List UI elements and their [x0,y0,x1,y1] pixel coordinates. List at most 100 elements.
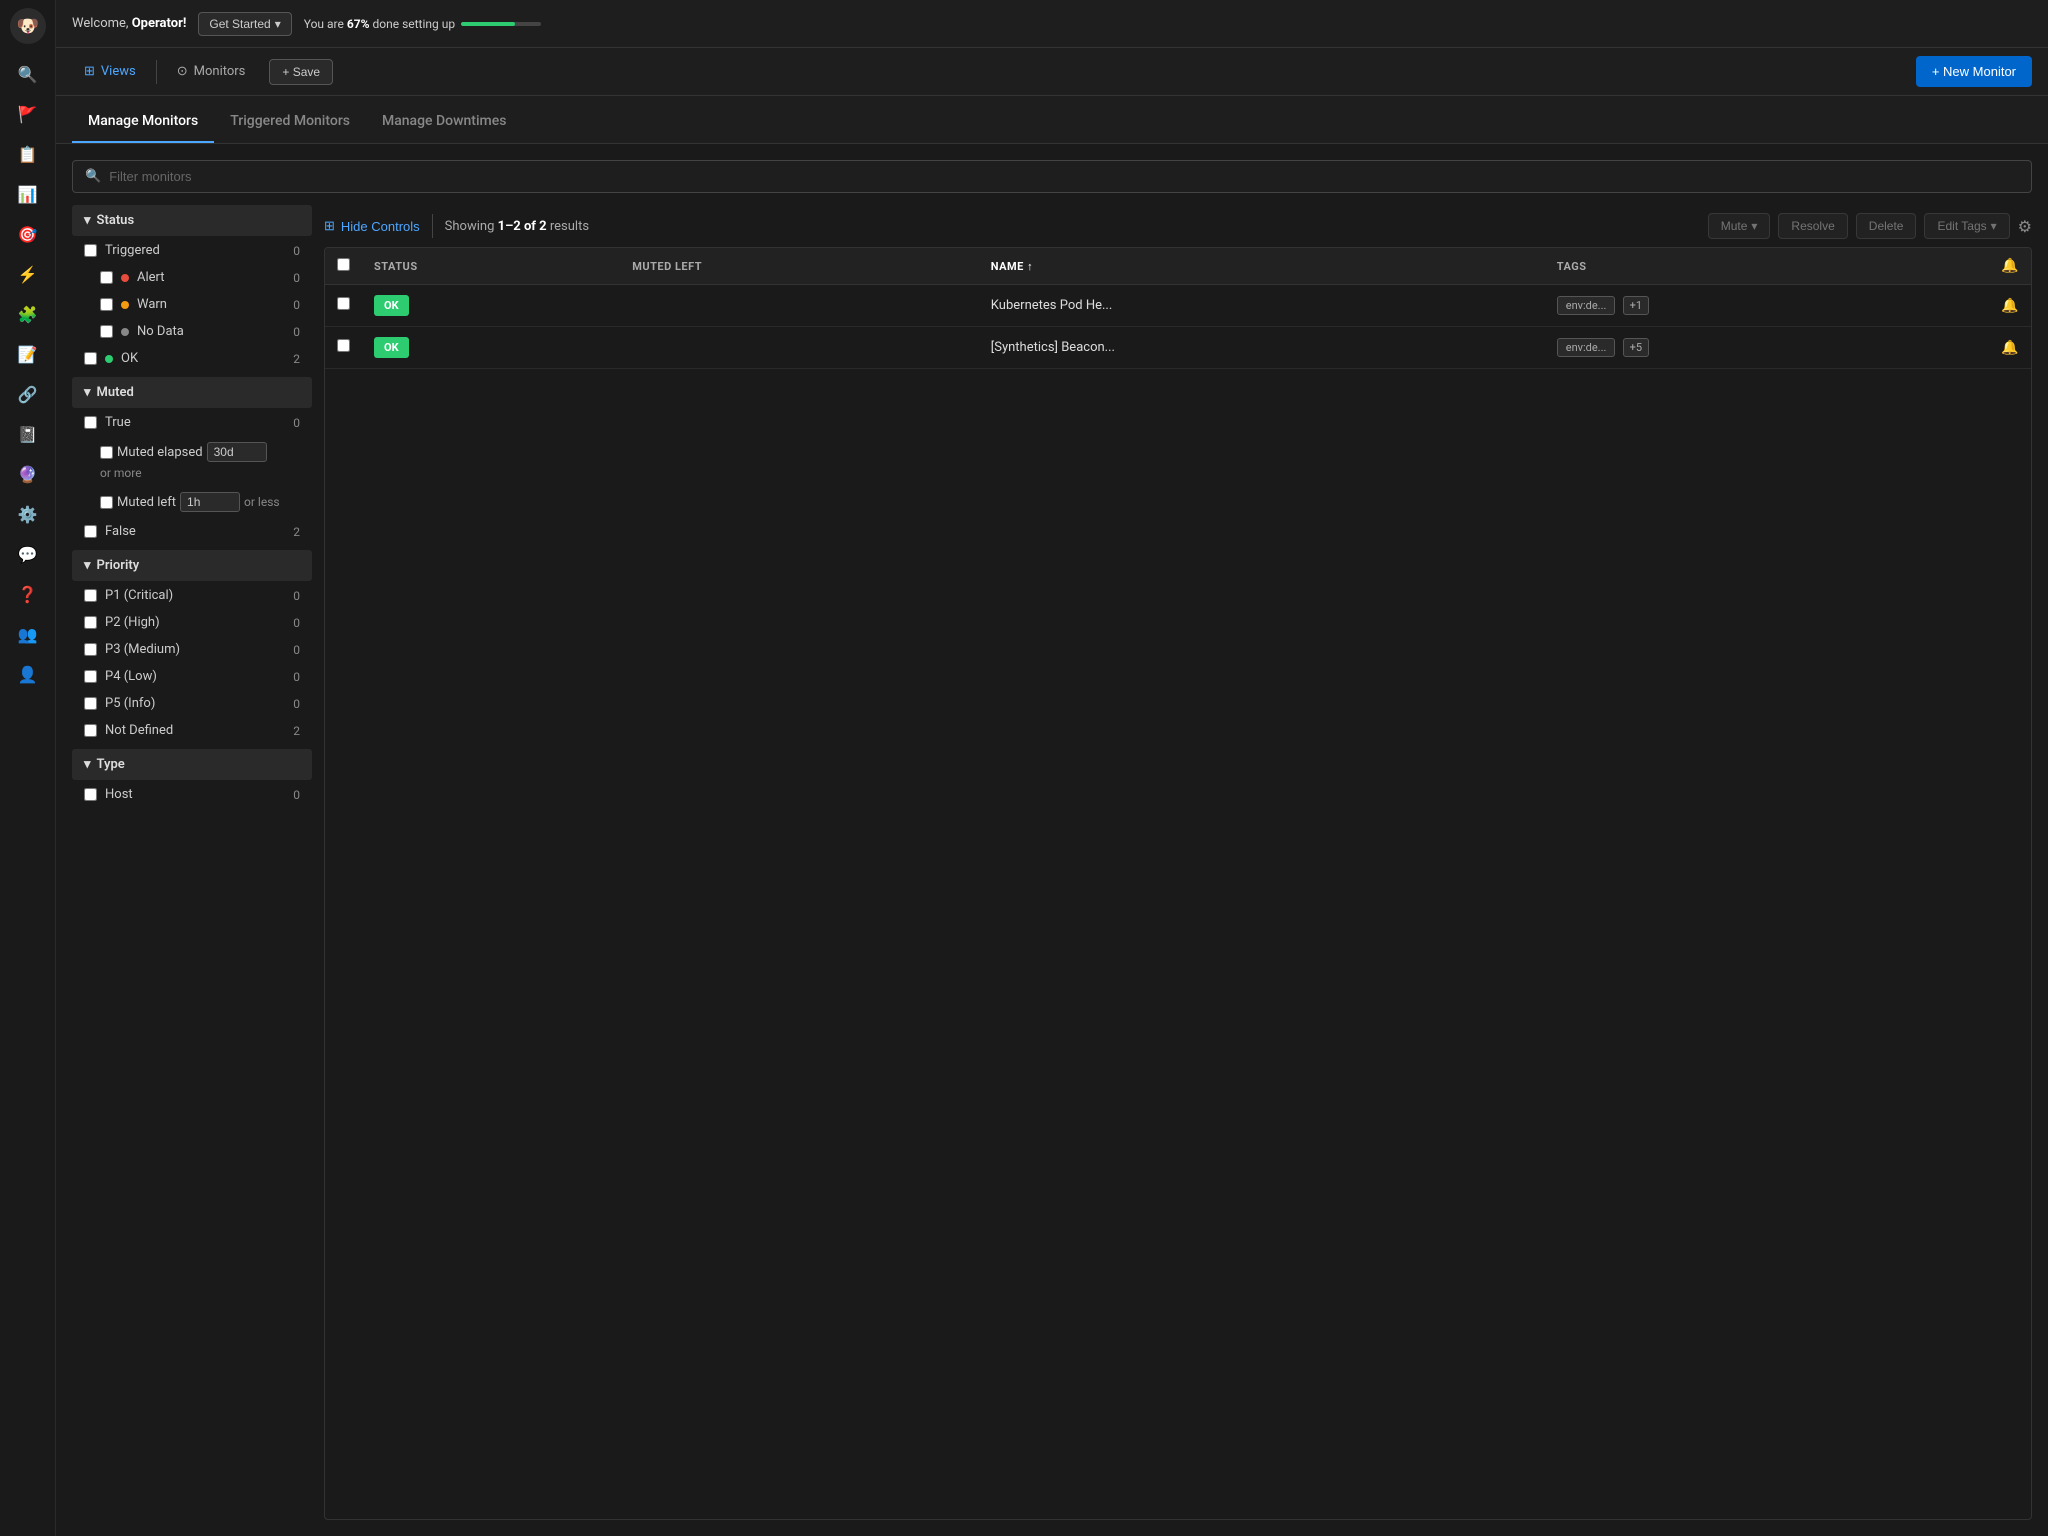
hide-controls-icon: ⊞ [324,218,335,234]
tab-manage-monitors[interactable]: Manage Monitors [72,101,214,143]
row-0-checkbox[interactable] [337,297,350,310]
showing-text: Showing 1–2 of 2 results [445,219,589,234]
sidebar-icon-team[interactable]: 👥 [10,616,46,652]
row-1-status: OK [362,327,620,369]
type-section-header[interactable]: ▾ Type [72,749,312,780]
nav-views[interactable]: ⊞ Views [72,56,148,87]
row-1-muted-left [620,327,979,369]
p5-checkbox[interactable] [84,697,97,710]
row-1-tags: env:de... +5 [1545,327,1989,369]
table-row: OK [Synthetics] Beacon... env:de... [325,327,2031,369]
tab-triggered-monitors[interactable]: Triggered Monitors [214,101,366,143]
not-defined-checkbox[interactable] [84,724,97,737]
get-started-button[interactable]: Get Started ▾ [198,12,291,36]
col-tags: TAGS [1545,248,1989,285]
sidebar-icon-monitors[interactable]: 🎯 [10,216,46,252]
col-status: STATUS [362,248,620,285]
filter-p4: P4 (Low) 0 [72,664,312,689]
nodata-dot [121,328,129,336]
muted-section-header[interactable]: ▾ Muted [72,377,312,408]
filter-panel: ▾ Status Triggered 0 Alert 0 [72,205,312,1520]
row-1-name[interactable]: [Synthetics] Beacon... [979,327,1545,369]
filter-muted-elapsed: Muted elapsed or more [72,437,312,485]
sidebar-icon-logs[interactable]: 📋 [10,136,46,172]
sidebar-icon-links[interactable]: 🔗 [10,376,46,412]
content: 🔍 ▾ Status Triggered 0 [56,144,2048,1536]
muted-elapsed-input[interactable] [207,442,267,462]
sidebar-icon-user[interactable]: 👤 [10,656,46,692]
sidebar-icon-charts[interactable]: 📊 [10,176,46,212]
status-section-header[interactable]: ▾ Status [72,205,312,236]
filter-p5: P5 (Info) 0 [72,691,312,716]
navbar: ⊞ Views ⊙ Monitors + Save + New Monitor [56,48,2048,96]
col-muted-left: MUTED LEFT [620,248,979,285]
resolve-button[interactable]: Resolve [1778,213,1847,239]
sidebar-icon-flags[interactable]: 🚩 [10,96,46,132]
progress-area: You are 67% done setting up [304,17,541,31]
p3-checkbox[interactable] [84,643,97,656]
muted-false-checkbox[interactable] [84,525,97,538]
triggered-checkbox[interactable] [84,244,97,257]
mute-button[interactable]: Mute ▾ [1708,213,1771,239]
sidebar-icon-gear[interactable]: ⚙️ [10,496,46,532]
select-all-checkbox[interactable] [337,258,350,271]
sidebar-icon-help[interactable]: ❓ [10,576,46,612]
monitor-table-container: STATUS MUTED LEFT NAME ↑ TAGS [324,247,2032,1520]
bell-icon-header[interactable]: 🔔 [2001,258,2019,274]
sidebar-icon-ci[interactable]: ⚡ [10,256,46,292]
svg-text:🐶: 🐶 [16,16,38,37]
edit-tags-button[interactable]: Edit Tags ▾ [1924,213,2009,239]
delete-button[interactable]: Delete [1856,213,1917,239]
filter-nodata: No Data 0 [72,319,312,344]
row-0-bell-icon[interactable]: 🔔 [2001,298,2018,314]
logo[interactable]: 🐶 [10,8,46,44]
p1-checkbox[interactable] [84,589,97,602]
row-1-bell-icon[interactable]: 🔔 [2001,340,2018,356]
toolbar-divider [432,214,433,238]
sidebar-icon-puzzle[interactable]: 🧩 [10,296,46,332]
split-layout: ▾ Status Triggered 0 Alert 0 [72,205,2032,1520]
ok-checkbox[interactable] [84,352,97,365]
p4-checkbox[interactable] [84,670,97,683]
sidebar-icon-chat[interactable]: 💬 [10,536,46,572]
host-checkbox[interactable] [84,788,97,801]
alert-dot [121,274,129,282]
chevron-down-icon: ▾ [84,558,91,573]
filter-p1: P1 (Critical) 0 [72,583,312,608]
sidebar-icon-search[interactable]: 🔍 [10,56,46,92]
main-area: Welcome, Operator! Get Started ▾ You are… [56,0,2048,1536]
muted-true-checkbox[interactable] [84,416,97,429]
sidebar-icon-settings2[interactable]: 🔮 [10,456,46,492]
settings-icon[interactable]: ⚙ [2018,217,2032,236]
filter-muted-left: Muted left or less [72,487,312,517]
search-bar: 🔍 [72,160,2032,193]
views-icon: ⊞ [84,64,95,79]
p2-checkbox[interactable] [84,616,97,629]
col-name[interactable]: NAME ↑ [979,248,1545,285]
save-button[interactable]: + Save [269,59,333,85]
new-monitor-button[interactable]: + New Monitor [1916,56,2032,87]
sidebar-icon-tasks[interactable]: 📝 [10,336,46,372]
table-toolbar: ⊞ Hide Controls Showing 1–2 of 2 results… [324,205,2032,247]
search-input[interactable] [109,169,2019,184]
hide-controls-button[interactable]: ⊞ Hide Controls [324,218,420,234]
chevron-down-icon: ▾ [1751,219,1757,233]
nodata-checkbox[interactable] [100,325,113,338]
sidebar-icon-notebooks[interactable]: 📓 [10,416,46,452]
nav-monitors[interactable]: ⊙ Monitors [165,56,258,87]
row-0-name[interactable]: Kubernetes Pod He... [979,285,1545,327]
chevron-down-icon: ▾ [84,213,91,228]
warn-checkbox[interactable] [100,298,113,311]
monitor-table: STATUS MUTED LEFT NAME ↑ TAGS [325,248,2031,369]
muted-left-input[interactable] [180,492,240,512]
alert-checkbox[interactable] [100,271,113,284]
progress-text: You are 67% done setting up [304,17,455,31]
filter-warn: Warn 0 [72,292,312,317]
muted-elapsed-checkbox[interactable] [100,446,113,459]
chevron-down-icon: ▾ [84,757,91,772]
filter-p2: P2 (High) 0 [72,610,312,635]
row-1-checkbox[interactable] [337,339,350,352]
priority-section-header[interactable]: ▾ Priority [72,550,312,581]
muted-left-checkbox[interactable] [100,496,113,509]
tab-manage-downtimes[interactable]: Manage Downtimes [366,101,522,143]
